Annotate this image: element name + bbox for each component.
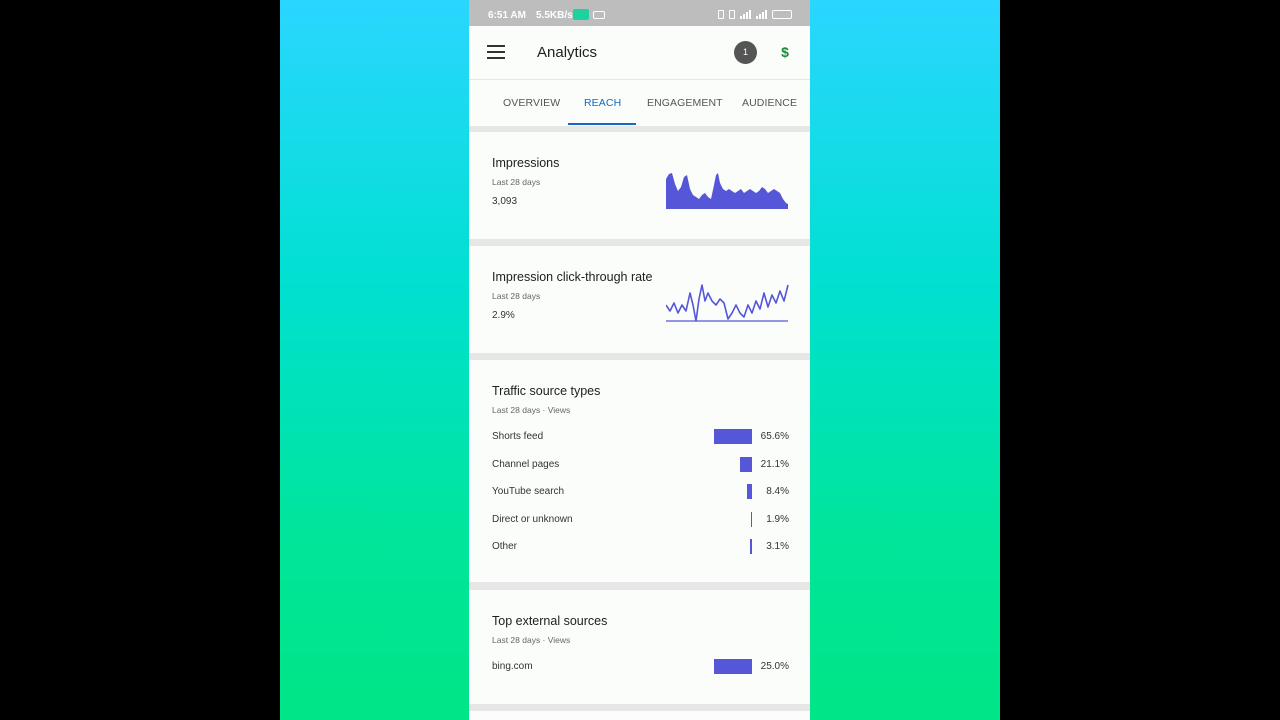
notification-icon xyxy=(573,9,589,20)
source-label: YouTube search xyxy=(492,486,565,497)
external-sources-title: Top external sources xyxy=(492,614,608,628)
status-time: 6:51 AM xyxy=(488,10,526,21)
avatar[interactable]: 1 xyxy=(734,41,757,64)
source-label: Other xyxy=(492,541,518,552)
page-title: Analytics xyxy=(537,44,598,61)
vpn-icon xyxy=(718,10,724,19)
ctr-period: Last 28 days xyxy=(492,291,541,301)
source-bar xyxy=(750,511,752,527)
source-percent: 3.1% xyxy=(766,541,789,552)
ctr-sparkline xyxy=(666,284,789,322)
source-bar xyxy=(739,456,752,472)
source-percent: 21.1% xyxy=(760,458,789,470)
traffic-sources-period: Last 28 days · Views xyxy=(492,405,571,415)
traffic-sources-card[interactable]: Traffic source types Last 28 days · View… xyxy=(469,360,810,582)
external-sources-card[interactable]: Top external sources Last 28 days · View… xyxy=(469,590,810,704)
tab-audience[interactable]: AUDIENCE xyxy=(742,97,797,109)
camera-icon xyxy=(593,11,605,19)
source-bar xyxy=(714,429,752,444)
tab-reach[interactable]: REACH xyxy=(584,97,621,109)
hamburger-menu-icon[interactable] xyxy=(487,45,505,59)
source-row[interactable]: Other 3.1% xyxy=(492,539,789,555)
next-card xyxy=(469,711,810,720)
status-network-speed: 5.5KB/s xyxy=(536,10,573,21)
battery-icon xyxy=(772,10,792,19)
app-bar: Analytics 1 $ xyxy=(469,26,810,80)
source-label: bing.com xyxy=(492,661,533,672)
source-row[interactable]: Shorts feed 65.6% xyxy=(492,429,789,445)
source-label: Channel pages xyxy=(492,458,560,470)
phone-screen: 6:51 AM 5.5KB/s Analytics 1 $ OVERVIEW R… xyxy=(469,0,810,720)
tab-overview[interactable]: OVERVIEW xyxy=(503,97,560,109)
active-tab-indicator xyxy=(568,123,636,125)
source-row[interactable]: Direct or unknown 1.9% xyxy=(492,511,789,528)
source-percent: 1.9% xyxy=(766,513,789,525)
traffic-sources-title: Traffic source types xyxy=(492,384,601,398)
impressions-title: Impressions xyxy=(492,156,560,170)
ctr-title: Impression click-through rate xyxy=(492,270,653,284)
source-label: Shorts feed xyxy=(492,431,544,442)
source-label: Direct or unknown xyxy=(492,513,573,525)
impressions-value: 3,093 xyxy=(492,196,518,207)
ctr-value: 2.9% xyxy=(492,310,515,321)
source-percent: 65.6% xyxy=(760,431,789,442)
impressions-card[interactable]: Impressions Last 28 days 3,093 xyxy=(469,132,810,239)
status-right-icons xyxy=(718,10,792,19)
status-bar: 6:51 AM 5.5KB/s xyxy=(469,0,810,26)
signal-2-icon xyxy=(756,10,767,19)
source-row[interactable]: YouTube search 8.4% xyxy=(492,484,789,500)
source-bar xyxy=(747,484,752,499)
source-percent: 25.0% xyxy=(760,661,789,672)
external-sources-period: Last 28 days · Views xyxy=(492,635,571,645)
source-percent: 8.4% xyxy=(766,486,789,497)
ctr-card[interactable]: Impression click-through rate Last 28 da… xyxy=(469,246,810,353)
source-row[interactable]: Channel pages 21.1% xyxy=(492,456,789,473)
hd-icon xyxy=(729,10,735,19)
impressions-sparkline xyxy=(666,173,788,209)
monetization-dollar-icon[interactable]: $ xyxy=(778,43,792,61)
source-bar xyxy=(714,659,752,674)
tab-bar: OVERVIEW REACH ENGAGEMENT AUDIENCE xyxy=(469,80,810,126)
signal-icon xyxy=(740,10,751,19)
impressions-period: Last 28 days xyxy=(492,177,541,187)
source-row[interactable]: bing.com 25.0% xyxy=(492,659,789,675)
source-bar xyxy=(750,539,752,554)
tab-engagement[interactable]: ENGAGEMENT xyxy=(647,97,723,109)
